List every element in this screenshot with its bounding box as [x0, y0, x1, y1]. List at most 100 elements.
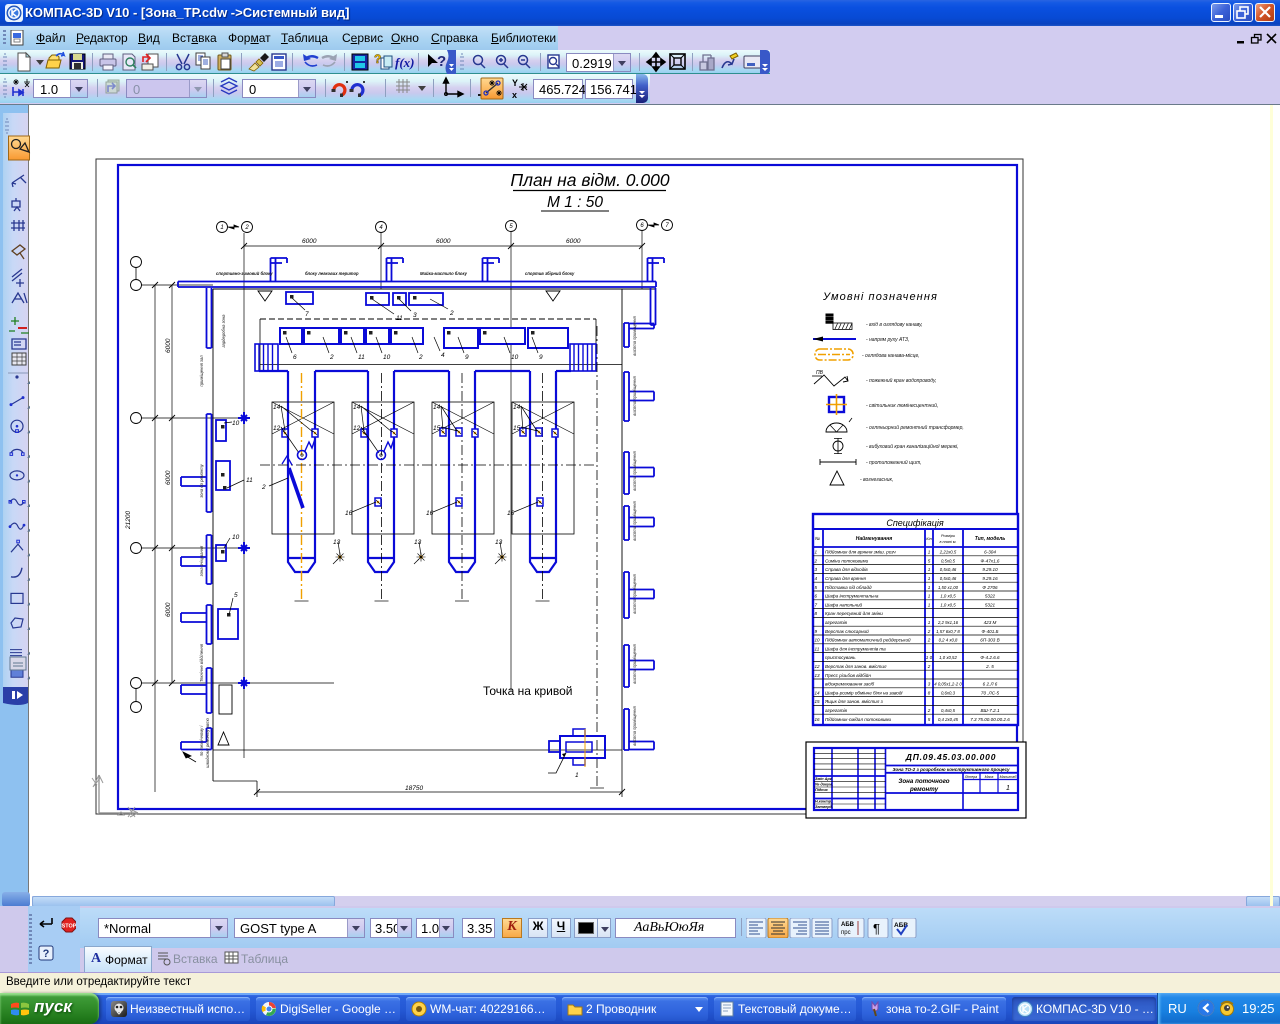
svg-text:1: 1: [575, 772, 579, 779]
svg-text:по технічному і: по технічному і: [199, 725, 204, 757]
svg-text:ПВ: ПВ: [816, 370, 824, 376]
svg-text:9: 9: [815, 629, 818, 634]
svg-text:10: 10: [232, 420, 240, 427]
svg-text:6: 6: [293, 354, 297, 361]
svg-text:6000: 6000: [165, 338, 172, 353]
svg-text:10: 10: [383, 354, 391, 361]
svg-text:2. 5: 2. 5: [985, 664, 994, 669]
svg-text:ВШ-7.2.1: ВШ-7.2.1: [980, 708, 999, 713]
svg-text:1,50 х1,00: 1,50 х1,00: [938, 585, 959, 590]
svg-text:Масштаб: Масштаб: [1000, 775, 1018, 779]
svg-text:Y: Y: [512, 78, 518, 88]
svg-text:№: №: [815, 536, 820, 541]
svg-text:Шафа-розмір обмінне біля на за: Шафа-розмір обмінне біля на заводі: [825, 690, 903, 695]
svg-text:9.29.16: 9.29.16: [982, 576, 998, 581]
svg-text:Підпис: Підпис: [815, 788, 829, 792]
svg-text:15: 15: [815, 699, 821, 704]
svg-text:1 0: 1 0: [926, 655, 933, 660]
svg-text:6000: 6000: [165, 470, 172, 485]
svg-text:висота приміщення: висота приміщення: [632, 316, 637, 356]
svg-text:Змін Арк: Змін Арк: [815, 777, 833, 781]
svg-text:6000: 6000: [566, 238, 581, 245]
svg-text:9: 9: [539, 354, 543, 361]
svg-text:10: 10: [511, 354, 519, 361]
svg-text:Верстак слюсарний: Верстак слюсарний: [825, 628, 869, 634]
svg-text:Ф 2706: Ф 2706: [982, 585, 998, 590]
svg-text:16: 16: [507, 510, 515, 517]
svg-text:Літера: Літера: [964, 775, 977, 779]
svg-text:3: 3: [928, 682, 931, 687]
svg-text:Найменування: Найменування: [856, 535, 893, 542]
svg-text:Підйомник автоматичний рейдерс: Підйомник автоматичний рейдерський: [825, 637, 911, 643]
svg-text:- огляньорний ремонтний транс: - огляньорний ремонтний трансформер,: [866, 424, 964, 431]
svg-text:Кіл: Кіл: [926, 536, 932, 541]
svg-text:14: 14: [815, 690, 821, 695]
svg-text:6000: 6000: [165, 602, 172, 617]
svg-text:5: 5: [234, 592, 238, 599]
svg-text:в плані м.: в плані м.: [939, 540, 956, 544]
svg-text:7.3 75.00.00.00.2.6: 7.3 75.00.00.00.2.6: [970, 717, 1010, 722]
svg-text:15: 15: [433, 425, 441, 432]
svg-text:- пожежний кран водопроводу,: - пожежний кран водопроводу,: [866, 377, 937, 384]
svg-text:Маса: Маса: [985, 775, 994, 779]
svg-text:Справа для вряння: Справа для вряння: [825, 576, 866, 581]
svg-text:12: 12: [815, 664, 821, 669]
svg-text:відокремлювання засіб: відокремлювання засіб: [825, 682, 875, 687]
svg-text:Умовні позначення: Умовні позначення: [822, 291, 938, 303]
svg-text:0,5х0,5: 0,5х0,5: [941, 558, 956, 563]
svg-text:14: 14: [273, 404, 281, 411]
svg-text:агрегатів: агрегатів: [825, 708, 848, 713]
svg-text:14: 14: [513, 404, 521, 411]
svg-text:14: 14: [433, 404, 441, 411]
svg-text:Затверд.: Затверд.: [815, 805, 833, 809]
svg-text:- оглядова канава-місце,: - оглядова канава-місце,: [862, 353, 920, 359]
svg-text:висота приміщення: висота приміщення: [632, 574, 637, 614]
svg-text:Ф-4.2.6.6: Ф-4.2.6.6: [980, 655, 1000, 660]
svg-text:7: 7: [815, 602, 818, 607]
svg-text:Справа для відходів: Справа для відходів: [825, 567, 868, 572]
svg-text:1: 1: [928, 550, 931, 555]
svg-text:1,0 х0,5: 1,0 х0,5: [940, 594, 956, 599]
svg-text:2: 2: [927, 664, 931, 669]
svg-text:висота приміщення: висота приміщення: [632, 501, 637, 541]
svg-text:0,5х0,46: 0,5х0,46: [940, 567, 957, 572]
svg-text:5: 5: [815, 585, 818, 590]
svg-text:9: 9: [465, 354, 469, 361]
svg-text:№ докум.: № докум.: [815, 783, 833, 787]
svg-text:спортив збірний блоку: спортив збірний блоку: [525, 271, 575, 276]
svg-text:4: 4: [441, 352, 445, 359]
svg-text:11: 11: [396, 315, 403, 322]
svg-text:13: 13: [414, 539, 422, 546]
svg-text:13: 13: [495, 539, 503, 546]
svg-text:7: 7: [305, 311, 309, 318]
svg-text:1: 1: [928, 567, 931, 572]
svg-text:1: 1: [928, 620, 931, 625]
svg-text:10: 10: [232, 534, 240, 541]
svg-text:0,2 4 х0,8: 0,2 4 х0,8: [939, 638, 958, 643]
svg-text:Ф-401.Б: Ф-401.Б: [981, 629, 998, 634]
svg-text:Підставка під обладд: Підставка під обладд: [825, 585, 872, 590]
svg-text:висота приміщення: висота приміщення: [632, 706, 637, 746]
svg-text:зона до ремонту: зона до ремонту: [199, 463, 204, 498]
svg-text:М 1 : 50: М 1 : 50: [547, 194, 603, 211]
svg-text:Розміри: Розміри: [941, 534, 956, 538]
svg-text:2: 2: [927, 708, 931, 713]
svg-text:2: 2: [814, 558, 818, 563]
svg-text:9.29.10: 9.29.10: [982, 567, 998, 572]
svg-text:4 0,05х1,2-2 0: 4 0,05х1,2-2 0: [934, 682, 962, 687]
svg-text:2: 2: [261, 484, 266, 491]
svg-text:14: 14: [353, 404, 361, 411]
svg-text:10: 10: [815, 638, 821, 643]
svg-text:агрегатів: агрегатів: [825, 620, 848, 625]
svg-text:?: ?: [374, 52, 381, 66]
svg-text:1: 1: [928, 576, 931, 581]
svg-text:Мийка-мастило блоку: Мийка-мастило блоку: [420, 271, 468, 276]
svg-text:Шафа напольний: Шафа напольний: [825, 601, 863, 607]
svg-text:1,0 х0,52: 1,0 х0,52: [939, 655, 957, 660]
svg-text:- протипожежний щит,: - протипожежний щит,: [866, 459, 922, 466]
svg-text:1: 1: [815, 550, 818, 555]
svg-text:План на відм. 0.000: План на відм. 0.000: [510, 170, 669, 190]
svg-text:2,2 9х1,16: 2,2 9х1,16: [937, 620, 959, 625]
svg-text:Верстак для занов. вмістил: Верстак для занов. вмістил: [825, 664, 887, 669]
svg-text:Пресс різьбов відбійн: Пресс різьбов відбійн: [825, 672, 871, 678]
